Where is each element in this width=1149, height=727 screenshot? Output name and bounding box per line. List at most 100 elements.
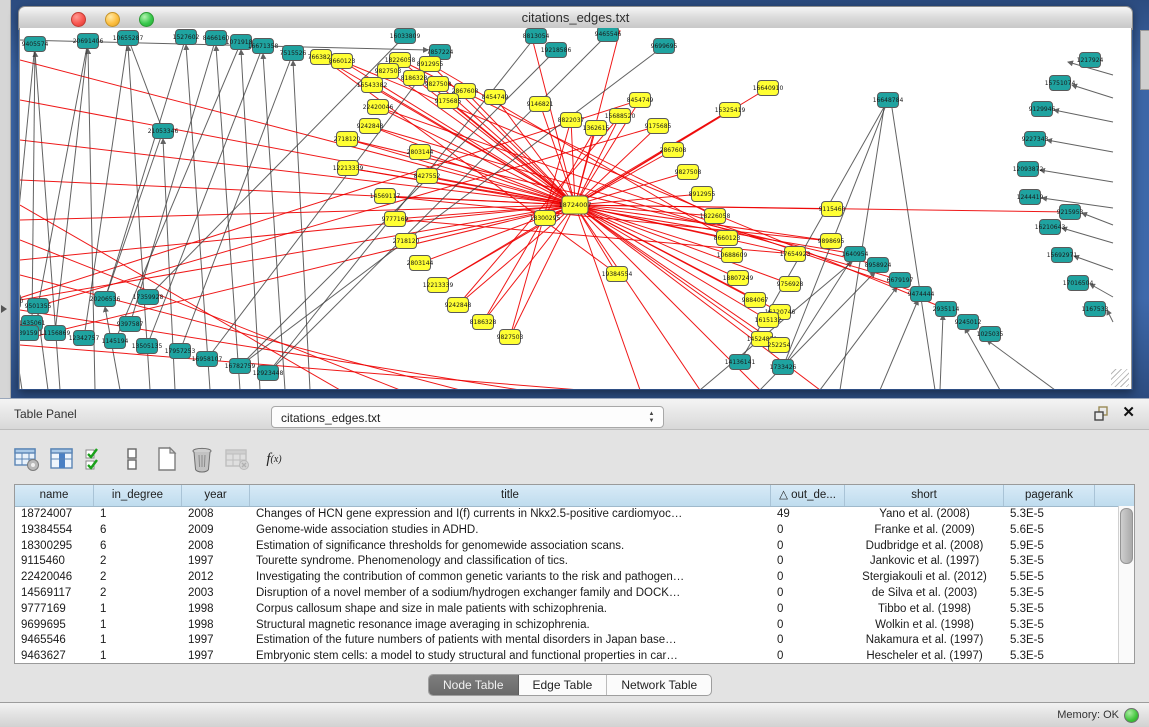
column-header-6[interactable]: pagerank: [1004, 485, 1095, 506]
network-node[interactable]: 13505135: [132, 339, 163, 354]
network-node[interactable]: 15688520: [605, 109, 636, 124]
panel-collapse-arrow-icon[interactable]: [1, 305, 7, 313]
network-node[interactable]: 8813054: [523, 29, 550, 44]
network-node[interactable]: 21053346: [148, 124, 179, 139]
network-node[interactable]: 1362615: [583, 121, 610, 136]
float-panel-icon[interactable]: [1094, 406, 1109, 421]
new-table-icon[interactable]: [154, 445, 180, 473]
network-node[interactable]: 8454749: [482, 90, 509, 105]
network-node[interactable]: 20206536: [90, 292, 121, 307]
network-node[interactable]: 22420046: [363, 100, 394, 115]
tab-edge-table[interactable]: Edge Table: [519, 675, 608, 695]
network-node[interactable]: 9397587: [117, 317, 144, 332]
network-node[interactable]: 2867608: [660, 143, 687, 158]
column-header-1[interactable]: in_degree: [94, 485, 182, 506]
table-row[interactable]: 911546021997Tourette syndrome. Phenomeno…: [15, 554, 1134, 570]
network-node[interactable]: 9777169: [382, 212, 409, 227]
network-node[interactable]: 6679197: [887, 273, 914, 288]
network-node[interactable]: 2803144: [407, 145, 434, 160]
network-node[interactable]: 14569117: [370, 189, 401, 204]
network-node[interactable]: 9115460: [819, 202, 846, 217]
network-node[interactable]: 1615132: [755, 313, 782, 328]
table-settings-icon[interactable]: [14, 445, 40, 473]
network-node[interactable]: 16640910: [753, 81, 784, 96]
network-node[interactable]: 1640954: [842, 247, 869, 262]
network-node[interactable]: 8822037: [558, 113, 585, 128]
network-node[interactable]: 252254: [768, 338, 791, 353]
network-node[interactable]: 9699695: [651, 39, 678, 54]
network-node[interactable]: 39159: [20, 326, 39, 341]
network-node[interactable]: 16782759: [225, 359, 256, 374]
network-node[interactable]: 9884067: [742, 293, 769, 308]
network-node[interactable]: 1527602: [173, 30, 200, 45]
column-header-0[interactable]: name: [15, 485, 94, 506]
network-node[interactable]: 9465546: [595, 28, 622, 42]
network-node[interactable]: 16210643: [1035, 220, 1066, 235]
network-node[interactable]: 9501355: [25, 299, 52, 314]
network-node[interactable]: 8958924: [865, 258, 892, 273]
network-canvas[interactable]: 9405574206914061065528715276028466160107…: [19, 28, 1132, 389]
table-selector-dropdown[interactable]: citations_edges.txt ▲▼: [271, 406, 664, 428]
network-node[interactable]: 16033809: [390, 29, 421, 44]
network-node[interactable]: 8660123: [329, 54, 356, 69]
network-node[interactable]: 18226058: [700, 209, 731, 224]
network-node[interactable]: 2718120: [393, 234, 420, 249]
network-node[interactable]: 17016504: [1063, 276, 1094, 291]
show-column-icon[interactable]: [49, 445, 75, 473]
table-row[interactable]: 1938455462009Genome-wide association stu…: [15, 523, 1134, 539]
network-node[interactable]: 15325419: [715, 103, 746, 118]
network-node[interactable]: 2260650: [20, 294, 24, 309]
scrollbar-thumb[interactable]: [1120, 508, 1133, 564]
network-node[interactable]: 2935114: [933, 302, 960, 317]
network-node[interactable]: 9242848: [445, 298, 472, 313]
tab-node-table[interactable]: Node Table: [429, 675, 519, 695]
network-node[interactable]: 20691406: [73, 34, 104, 49]
network-node[interactable]: 10688609: [717, 248, 748, 263]
network-graph[interactable]: 9405574206914061065528715276028466160107…: [20, 28, 1133, 389]
network-node[interactable]: 9245012: [955, 315, 982, 330]
network-node[interactable]: 16648784: [873, 93, 904, 108]
window-titlebar[interactable]: citations_edges.txt: [18, 6, 1133, 30]
network-node[interactable]: 9474444: [908, 287, 935, 302]
network-node[interactable]: 1167533: [1082, 302, 1109, 317]
network-node[interactable]: 1145194: [102, 334, 129, 349]
network-node[interactable]: 8912955: [417, 57, 444, 72]
network-node[interactable]: 7515526: [280, 46, 307, 61]
network-node[interactable]: 16958107: [192, 352, 223, 367]
network-node[interactable]: 16671358: [248, 39, 279, 54]
table-row[interactable]: 946362711997Embryonic stem cells: a mode…: [15, 649, 1134, 664]
network-node[interactable]: 1025035: [977, 327, 1004, 342]
network-node[interactable]: 9227343: [1022, 132, 1049, 147]
network-node[interactable]: 9242848: [357, 119, 384, 134]
network-node[interactable]: 17359928: [133, 290, 164, 305]
network-node[interactable]: 18807249: [723, 271, 754, 286]
network-node[interactable]: 15692971: [1047, 248, 1078, 263]
column-header-3[interactable]: title: [250, 485, 771, 506]
network-node[interactable]: 8186328: [401, 71, 428, 86]
network-node[interactable]: 9215953: [1057, 205, 1084, 220]
network-node[interactable]: 19384554: [602, 267, 633, 282]
select-checks-icon[interactable]: [84, 445, 110, 473]
network-node[interactable]: 12213339: [423, 278, 454, 293]
network-node[interactable]: 19218586: [541, 43, 572, 58]
network-node[interactable]: 15751074: [1045, 76, 1076, 91]
network-node[interactable]: 9129946: [1029, 102, 1056, 117]
vertical-scrollbar[interactable]: [1118, 506, 1134, 664]
network-node[interactable]: 9146821: [527, 97, 554, 112]
network-node[interactable]: 9175685: [645, 119, 672, 134]
column-header-5[interactable]: short: [845, 485, 1004, 506]
table-row[interactable]: 1872400712008Changes of HCN gene express…: [15, 507, 1134, 523]
network-node[interactable]: 10655287: [113, 31, 144, 46]
network-node[interactable]: 1244419: [1017, 190, 1044, 205]
network-node[interactable]: 9827503: [375, 64, 402, 79]
network-node[interactable]: 16543382: [357, 78, 388, 93]
window-resize-grip[interactable]: [1111, 369, 1129, 387]
network-node[interactable]: 18300295: [530, 211, 561, 226]
network-node[interactable]: 11156869: [40, 326, 71, 341]
table-row[interactable]: 977716911998Corpus callosum shape and si…: [15, 602, 1134, 618]
network-node[interactable]: 2718120: [334, 132, 361, 147]
table-row[interactable]: 2242004622012Investigating the contribut…: [15, 570, 1134, 586]
network-node[interactable]: 1217924: [1077, 53, 1104, 68]
network-node[interactable]: 8186328: [470, 315, 497, 330]
network-node[interactable]: 12342757: [69, 331, 100, 346]
